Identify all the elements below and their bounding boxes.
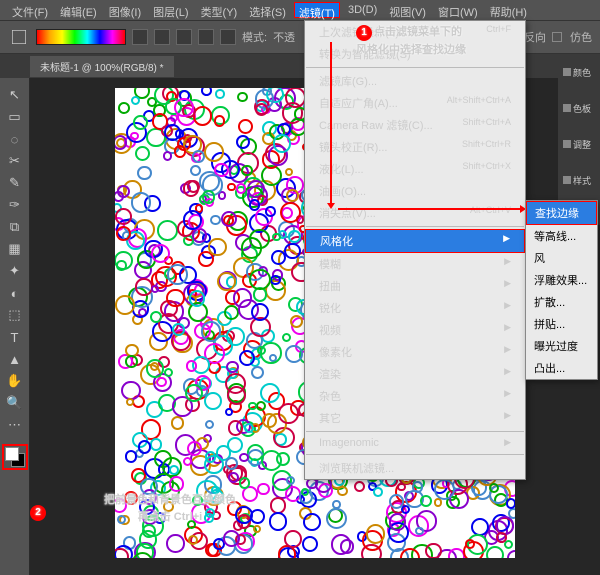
- panel-tab[interactable]: 颜色: [563, 63, 595, 81]
- lasso-tool[interactable]: ◌: [4, 128, 26, 150]
- hand-tool[interactable]: ✋: [4, 370, 26, 392]
- dither-checkbox[interactable]: [552, 32, 562, 42]
- menu-item[interactable]: 其它▶: [305, 407, 525, 429]
- panel-tab[interactable]: 色板: [563, 99, 595, 117]
- submenu-item[interactable]: 查找边缘: [526, 201, 597, 225]
- menu-6[interactable]: 滤镜(T): [294, 2, 340, 18]
- annotation-arrow-2: [338, 208, 524, 210]
- menu-9[interactable]: 窗口(W): [434, 2, 482, 18]
- brush-tool[interactable]: ✑: [4, 194, 26, 216]
- shape-tool[interactable]: ▲: [4, 348, 26, 370]
- menu-item[interactable]: 浏览联机滤镜...: [305, 457, 525, 479]
- submenu-item[interactable]: 拼贴...: [526, 313, 597, 335]
- menu-2[interactable]: 图像(I): [105, 2, 145, 18]
- submenu-item[interactable]: 扩散...: [526, 291, 597, 313]
- menu-item[interactable]: Imagenomic▶: [305, 434, 525, 452]
- crop-tool[interactable]: ✂: [4, 150, 26, 172]
- menu-0[interactable]: 文件(F): [8, 2, 52, 18]
- annotation-badge-1: 1: [356, 25, 372, 41]
- path-tool[interactable]: ⬚: [4, 304, 26, 326]
- submenu-item[interactable]: 浮雕效果...: [526, 269, 597, 291]
- type-tool[interactable]: T: [4, 326, 26, 348]
- stamp-tool[interactable]: ⧉: [4, 216, 26, 238]
- gradient-type-angle[interactable]: [176, 29, 192, 45]
- dodge-tool[interactable]: ◐: [4, 282, 26, 304]
- menu-item[interactable]: 消失点(V)...Alt+Ctrl+V: [305, 202, 525, 224]
- menu-item[interactable]: 油画(O)...: [305, 180, 525, 202]
- annotation-text-2: 2把前景色和背景色互换颜色再点击 Ctrl+i: [70, 491, 270, 525]
- move-tool[interactable]: ↖: [4, 84, 26, 106]
- menu-item[interactable]: 视频▶: [305, 319, 525, 341]
- foreground-color[interactable]: [5, 447, 19, 461]
- menu-item[interactable]: 模糊▶: [305, 253, 525, 275]
- menu-8[interactable]: 视图(V): [385, 2, 430, 18]
- menu-3[interactable]: 图层(L): [149, 2, 192, 18]
- gradient-preview[interactable]: [36, 29, 126, 45]
- menu-1[interactable]: 编辑(E): [56, 2, 101, 18]
- toolbox: ↖▭◌✂✎✑⧉▦✦◐⬚T▲✋🔍⋯: [0, 78, 30, 575]
- submenu-item[interactable]: 曝光过度: [526, 335, 597, 357]
- menu-4[interactable]: 类型(Y): [197, 2, 242, 18]
- color-swatch[interactable]: [2, 444, 28, 470]
- menu-bar: 文件(F)编辑(E)图像(I)图层(L) 类型(Y)选择(S)滤镜(T)3D(D)…: [0, 0, 600, 20]
- annotation-badge-2: 2: [30, 505, 46, 521]
- menu-item[interactable]: 渲染▶: [305, 363, 525, 385]
- menu-item[interactable]: 自适应广角(A)...Alt+Shift+Ctrl+A: [305, 92, 525, 114]
- menu-item[interactable]: 扭曲▶: [305, 275, 525, 297]
- filter-menu-dropdown: 上次滤镜操作(F)Ctrl+F转换为智能滤镜(S)滤镜库(G)...自适应广角(…: [304, 20, 526, 480]
- annotation-arrow-1: [330, 42, 332, 207]
- gradient-type-radial[interactable]: [154, 29, 170, 45]
- more-tool[interactable]: ⋯: [4, 414, 26, 436]
- menu-item[interactable]: 风格化▶: [305, 229, 525, 253]
- menu-item[interactable]: 杂色▶: [305, 385, 525, 407]
- menu-item[interactable]: 液化(L)...Shift+Ctrl+X: [305, 158, 525, 180]
- menu-5[interactable]: 选择(S): [245, 2, 290, 18]
- opacity-label: 不透: [273, 29, 295, 45]
- menu-item[interactable]: 镜头校正(R)...Shift+Ctrl+R: [305, 136, 525, 158]
- panel-tab[interactable]: 调整: [563, 135, 595, 153]
- menu-7[interactable]: 3D(D): [344, 2, 381, 18]
- stylize-submenu: 查找边缘等高线...风浮雕效果...扩散...拼贴...曝光过度凸出...: [525, 200, 598, 380]
- blur-tool[interactable]: ✦: [4, 260, 26, 282]
- panel-tab[interactable]: 样式: [563, 171, 595, 189]
- document-tab[interactable]: 未标题-1 @ 100%(RGB/8) *: [30, 56, 174, 77]
- marquee-tool[interactable]: ▭: [4, 106, 26, 128]
- submenu-item[interactable]: 凸出...: [526, 357, 597, 379]
- submenu-item[interactable]: 风: [526, 247, 597, 269]
- annotation-text-1: 1点击滤镜菜单下的风格化中选择查找边缘: [356, 23, 466, 58]
- zoom-tool[interactable]: 🔍: [4, 392, 26, 414]
- gradient-type-reflected[interactable]: [198, 29, 214, 45]
- menu-item[interactable]: 滤镜库(G)...: [305, 70, 525, 92]
- gradient-tool[interactable]: ▦: [4, 238, 26, 260]
- gradient-type-linear[interactable]: [132, 29, 148, 45]
- submenu-item[interactable]: 等高线...: [526, 225, 597, 247]
- mode-label: 模式:: [242, 29, 267, 45]
- gradient-type-diamond[interactable]: [220, 29, 236, 45]
- menu-10[interactable]: 帮助(H): [486, 2, 531, 18]
- eyedropper-tool[interactable]: ✎: [4, 172, 26, 194]
- gradient-tool-icon: [8, 26, 30, 48]
- menu-item[interactable]: Camera Raw 滤镜(C)...Shift+Ctrl+A: [305, 114, 525, 136]
- menu-item[interactable]: 锐化▶: [305, 297, 525, 319]
- menu-item[interactable]: 像素化▶: [305, 341, 525, 363]
